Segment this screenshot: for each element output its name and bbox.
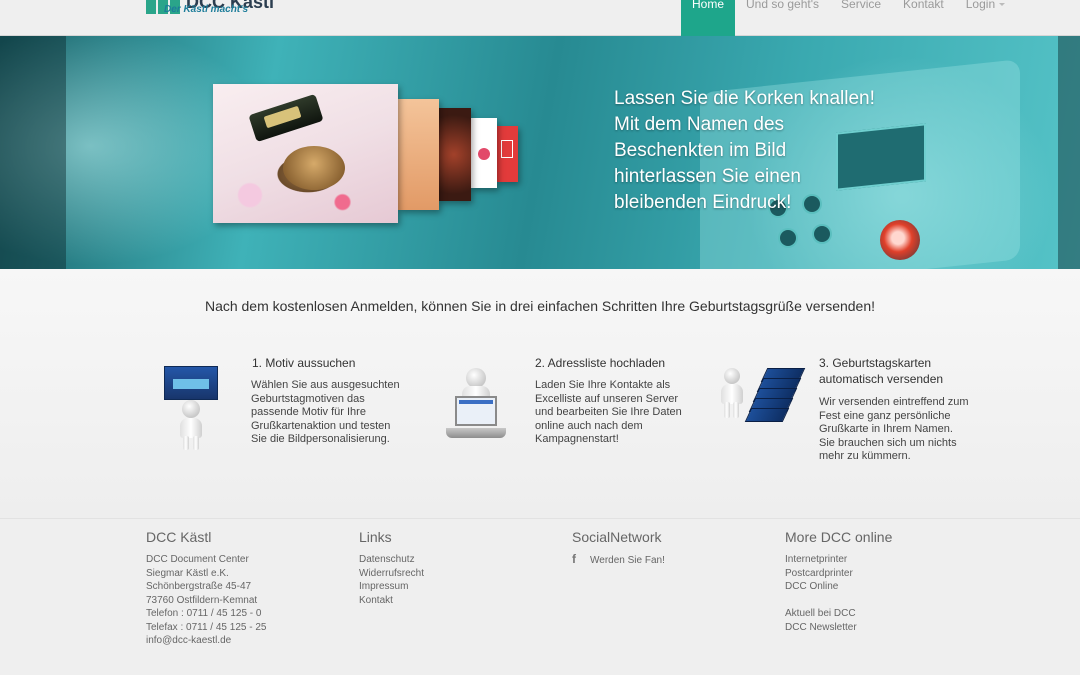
facebook-fan-link[interactable]: f Werden Sie Fan!	[572, 552, 665, 568]
hero-red-button	[880, 220, 920, 260]
footer-link-aktuell[interactable]: Aktuell bei DCC	[785, 608, 856, 619]
nav-item-login-label: Login	[965, 0, 996, 11]
footer-link-datenschutz[interactable]: Datenschutz	[359, 554, 415, 565]
footer-heading: DCC Kästl	[146, 529, 212, 545]
step-1-text: Wählen Sie aus ausgesuchten Geburtstagmo…	[251, 379, 400, 445]
step-2-text: Laden Sie Ihre Kontakte als Excelliste a…	[535, 379, 682, 445]
nav-item-kontakt[interactable]: Kontakt	[892, 0, 955, 36]
footer-col-social: SocialNetwork f Werden Sie Fan!	[572, 529, 665, 568]
person-with-cards-icon	[716, 364, 806, 424]
hero-shade-right	[1058, 36, 1080, 269]
footer-address-line: Schönbergstraße 45-47	[146, 581, 252, 592]
hero-banner	[0, 36, 1080, 269]
footer-address-line: Siegmar Kästl e.K.	[146, 567, 229, 579]
footer-phone: Telefon : 0711 / 45 125 - 0	[146, 608, 262, 619]
card-thumbnail-cake	[437, 108, 471, 201]
hero-line: Mit dem Namen des	[614, 114, 785, 135]
footer-col-contact: DCC Kästl DCC Document Center Siegmar Kä…	[146, 529, 266, 648]
step-3-text: Wir versenden eintreffend zum Fest eine …	[819, 396, 969, 462]
hero-line: Lassen Sie die Korken knallen!	[614, 88, 875, 109]
hero-shade-left	[0, 36, 66, 269]
footer-col-more: More DCC online Internetprinter Postcard…	[785, 529, 892, 634]
footer-email-link[interactable]: info@dcc-kaestl.de	[146, 634, 266, 648]
champagne-bottle-icon	[248, 93, 324, 143]
logo-tagline: Der Kästl macht's	[164, 4, 249, 15]
footer-address-line: DCC Document Center	[146, 554, 249, 565]
card-thumbnail-peach	[398, 99, 439, 210]
navbar: DCC Kästl Der Kästl macht's Home Und so …	[0, 0, 1080, 36]
nav-item-und-so-gehts[interactable]: Und so geht's	[735, 0, 830, 36]
card-champagne-image	[213, 84, 398, 223]
hero-headline: Lassen Sie die Korken knallen! Mit dem N…	[614, 86, 914, 216]
footer-link-dcc-online[interactable]: DCC Online	[785, 581, 838, 592]
footer-heading: Links	[359, 529, 392, 545]
footer-link-kontakt[interactable]: Kontakt	[359, 595, 393, 606]
footer-link-newsletter[interactable]: DCC Newsletter	[785, 622, 857, 633]
logo[interactable]: DCC Kästl Der Kästl macht's	[146, 0, 274, 18]
footer-heading: More DCC online	[785, 529, 893, 545]
card-thumbnail-red	[497, 126, 518, 182]
main-nav: Home Und so geht's Service Kontakt Login	[681, 0, 1016, 36]
nav-item-home[interactable]: Home	[681, 0, 736, 36]
hero-line: Beschenkten im Bild	[614, 140, 787, 161]
footer-heading: SocialNetwork	[572, 529, 662, 545]
hero-line: bleibenden Eindruck!	[614, 192, 792, 213]
footer-link-impressum[interactable]: Impressum	[359, 581, 408, 592]
facebook-icon: f	[572, 552, 576, 566]
nav-item-service[interactable]: Service	[830, 0, 892, 36]
champagne-cork-icon	[283, 146, 345, 190]
person-with-laptop-icon	[446, 368, 506, 444]
step-1-title: 1. Motiv aussuchen	[252, 356, 356, 370]
footer-link-widerrufsrecht[interactable]: Widerrufsrecht	[359, 568, 424, 579]
step-2-title: 2. Adressliste hochladen	[535, 356, 666, 370]
facebook-fan-label: Werden Sie Fan!	[590, 555, 665, 566]
card-thumbnail-white	[470, 118, 497, 188]
footer-address-line: 73760 Ostfildern-Kemnat	[146, 594, 258, 606]
footer-col-links: Links Datenschutz Widerrufsrecht Impress…	[359, 529, 424, 607]
intro-text: Nach dem kostenlosen Anmelden, können Si…	[204, 298, 876, 314]
caret-down-icon	[999, 3, 1006, 7]
nav-item-login[interactable]: Login	[955, 0, 1016, 36]
step-3-title: 3. Geburtstagskarten automatisch versend…	[819, 356, 944, 386]
footer-fax: Telefax : 0711 / 45 125 - 25	[146, 621, 267, 633]
person-holding-card-icon	[160, 362, 222, 450]
footer-link-internetprinter[interactable]: Internetprinter	[785, 554, 847, 565]
footer-link-postcardprinter[interactable]: Postcardprinter	[785, 568, 853, 579]
hero-line: hinterlassen Sie einen	[614, 166, 801, 187]
